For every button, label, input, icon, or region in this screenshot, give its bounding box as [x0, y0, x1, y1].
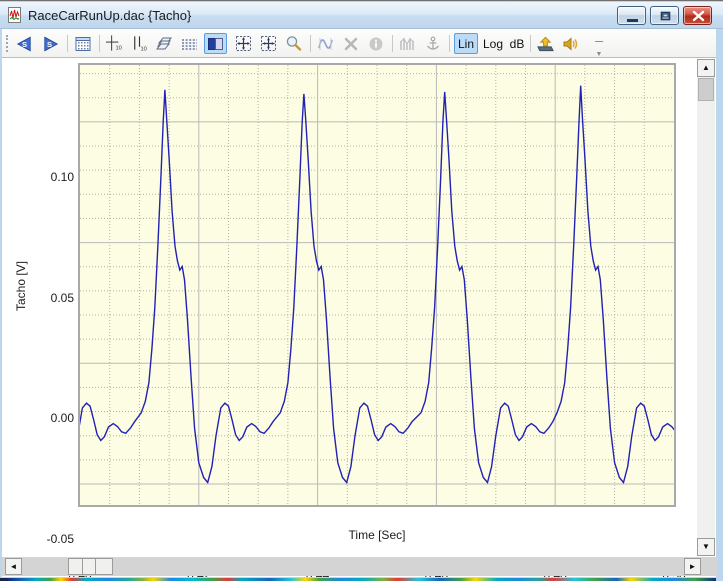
svg-text:10: 10: [115, 46, 121, 52]
zoom-region-button[interactable]: [258, 33, 279, 54]
data-grid-button[interactable]: [72, 33, 93, 54]
anchor-button-disabled: [422, 33, 443, 54]
down-arrow-icon: ▼: [702, 543, 710, 551]
anchor-icon: [424, 35, 442, 53]
y-axis-label: Tacho [V]: [14, 176, 30, 396]
y-tick-label: 0.05: [30, 291, 74, 305]
y-tick-label: -0.05: [30, 532, 74, 546]
dac-document-icon: [7, 7, 23, 23]
zoom-fit-icon: [234, 34, 253, 53]
db-scale-button[interactable]: dB: [506, 33, 528, 54]
scroll-right-button[interactable]: ►: [684, 558, 701, 575]
left-arrow-icon: ◄: [10, 563, 18, 571]
speaker-icon: [561, 35, 580, 53]
horizontal-scroll-thumb[interactable]: [68, 558, 113, 575]
zoom-fit-button[interactable]: [233, 33, 254, 54]
toolbar-separator: [530, 35, 531, 52]
dual-cursor-10-icon: 10: [130, 34, 149, 53]
comb-spectrum-icon: [398, 35, 417, 53]
y-tick-label: 0.00: [30, 411, 74, 425]
window-title: RaceCarRunUp.dac {Tacho}: [28, 8, 191, 23]
svg-text:S: S: [22, 39, 27, 48]
toolbar-separator: [99, 35, 100, 52]
book-view-icon: [206, 35, 225, 53]
dotted-rows-icon: [180, 35, 199, 53]
data-grid-icon: [74, 35, 92, 53]
speaker-button[interactable]: [560, 33, 581, 54]
x-axis-label: Time [Sec]: [257, 528, 497, 542]
lin-scale-button[interactable]: Lin: [454, 33, 478, 54]
toolbar-separator: [310, 35, 311, 52]
magnifier-icon: [284, 34, 303, 53]
svg-text:10: 10: [140, 47, 146, 53]
book-view-button[interactable]: [204, 33, 227, 54]
maximize-restore-button[interactable]: [650, 6, 679, 25]
layers-icon: [155, 35, 174, 53]
scroll-left-button[interactable]: ◄: [5, 558, 22, 575]
step-back-button[interactable]: S: [14, 33, 35, 54]
comb-button-disabled: [397, 33, 418, 54]
log-scale-button[interactable]: Log: [480, 33, 506, 54]
crosshair-10-icon: 10: [105, 34, 124, 53]
grid-rows-button[interactable]: [179, 33, 200, 54]
right-arrow-icon: ►: [689, 563, 697, 571]
plot-area[interactable]: [78, 63, 676, 507]
dual-cursor-button[interactable]: 10: [129, 33, 150, 54]
info-icon: [367, 35, 385, 53]
scroll-up-button[interactable]: ▲: [697, 59, 715, 77]
toolbar-separator: [67, 35, 68, 52]
single-cursor-button[interactable]: 10: [104, 33, 125, 54]
toolbar: S S: [2, 29, 716, 58]
delete-button-disabled: [340, 33, 361, 54]
step-forward-s-icon: S: [41, 35, 60, 53]
x-icon: [342, 35, 360, 53]
toolbar-separator: [392, 35, 393, 52]
vertical-scrollbar[interactable]: ▲ ▼: [697, 59, 715, 556]
up-arrow-icon: ▲: [702, 64, 710, 72]
close-button[interactable]: [683, 6, 712, 25]
title-bar: RaceCarRunUp.dac {Tacho}: [0, 2, 723, 29]
vertical-scroll-thumb[interactable]: [698, 78, 714, 101]
y-tick-label: 0.10: [30, 170, 74, 184]
scrollbar-corner: [709, 557, 718, 576]
wave-icon: [316, 35, 335, 53]
chart-client-area: 0.100.050.00-0.050.400.420.440.460.480.5…: [2, 58, 716, 577]
svg-text:S: S: [47, 39, 52, 48]
minimize-button[interactable]: [617, 6, 646, 25]
layers-button[interactable]: [154, 33, 175, 54]
horizontal-scrollbar[interactable]: ◄ ►: [2, 557, 709, 576]
step-forward-button[interactable]: S: [40, 33, 61, 54]
app-window: RaceCarRunUp.dac {Tacho} S S: [0, 0, 723, 581]
step-back-s-icon: S: [15, 35, 34, 53]
info-button-disabled: [365, 33, 386, 54]
waveform-plot: [80, 65, 674, 505]
magnifier-button[interactable]: [283, 33, 304, 54]
wave-button-disabled: [315, 33, 336, 54]
export-button[interactable]: [535, 33, 556, 54]
toolbar-separator: [449, 35, 450, 52]
export-hand-icon: [536, 35, 555, 53]
scroll-down-button[interactable]: ▼: [697, 538, 715, 556]
zoom-region-icon: [259, 34, 278, 53]
toolbar-grip[interactable]: [6, 35, 9, 52]
